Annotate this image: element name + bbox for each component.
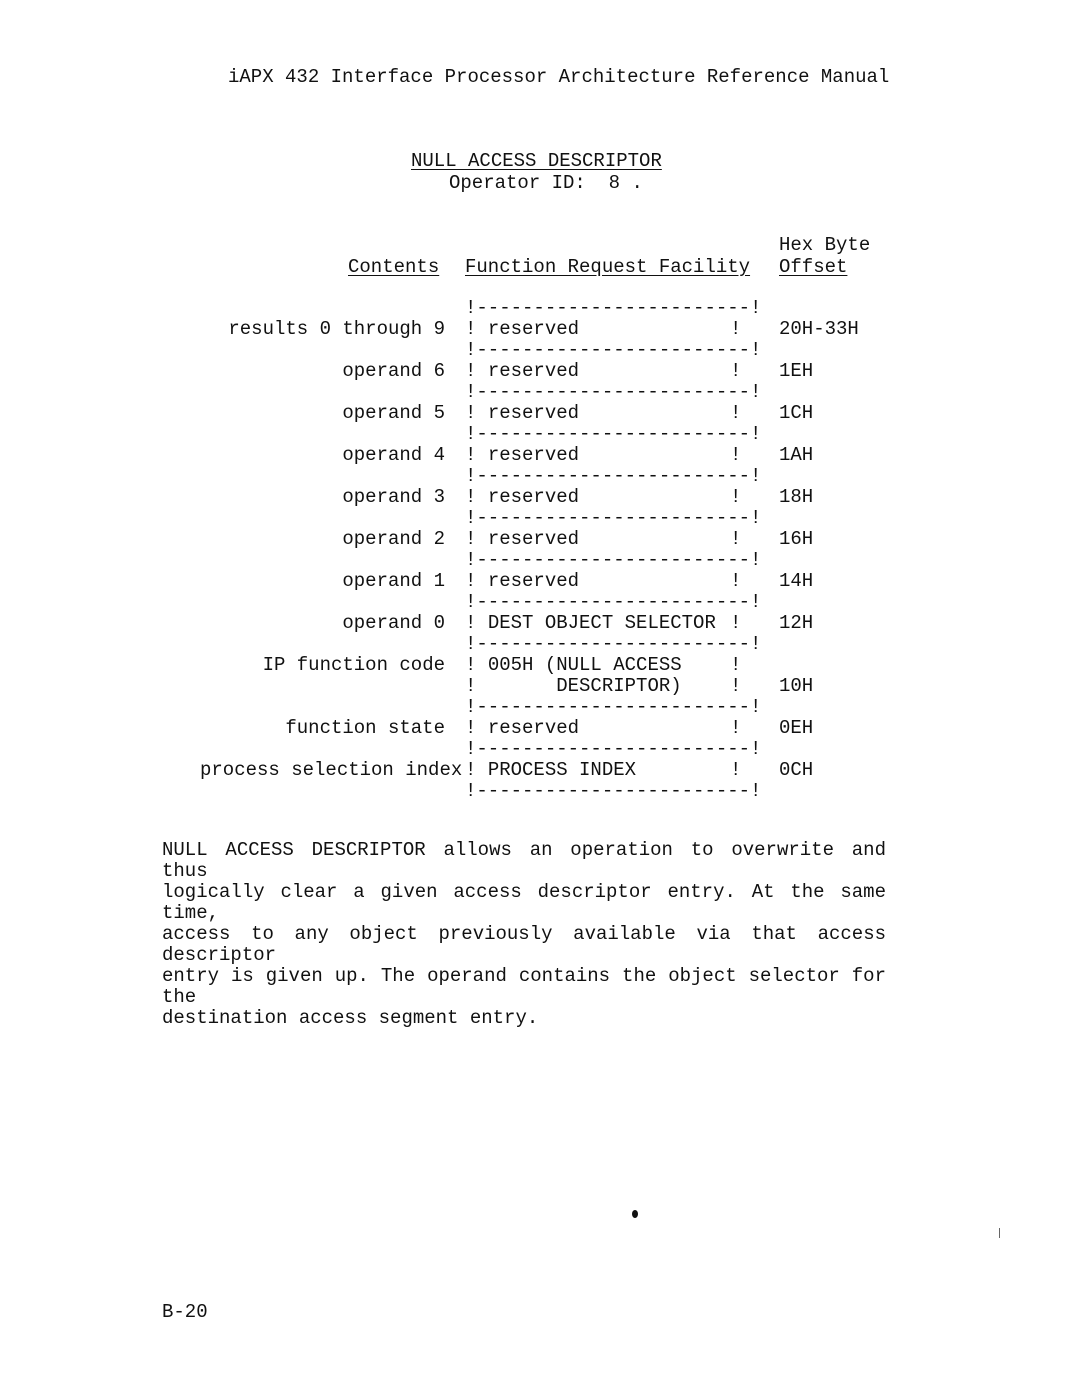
table-separator: !------------------------!: [465, 465, 762, 487]
row-field-text: reserved: [487, 717, 580, 739]
row-contents: operand 4: [342, 444, 445, 466]
table-separator: !------------------------!: [465, 738, 762, 760]
table-separator: !------------------------!: [465, 381, 762, 403]
row-field: ! reserved: [465, 402, 580, 424]
row-contents: process selection index: [200, 759, 463, 781]
row-contents: function state: [285, 717, 445, 739]
row-field-text: reserved: [487, 318, 580, 340]
row-field: ! 005H (NULL ACCESS: [465, 654, 682, 676]
row-offset: 14H: [779, 570, 814, 592]
table-separator: !------------------------!: [465, 423, 762, 445]
row-field-text: reserved: [487, 570, 580, 592]
row-offset: 20H-33H: [779, 318, 859, 340]
row-field-text: reserved: [487, 444, 580, 466]
row-offset: 10H: [779, 675, 814, 697]
header-offset-line2: Offset: [779, 256, 848, 278]
row-offset: 0EH: [779, 717, 814, 739]
row-border: !: [730, 612, 742, 634]
row-contents: results 0 through 9: [228, 318, 445, 340]
row-border: !: [730, 444, 742, 466]
table-separator: !------------------------!: [465, 696, 762, 718]
description-line: access to any object previously availabl…: [162, 923, 886, 966]
manual-header-title: iAPX 432 Interface Processor Architectur…: [228, 66, 890, 88]
row-border: !: [730, 528, 742, 550]
row-contents: operand 2: [342, 528, 445, 550]
row-field-text: reserved: [487, 360, 580, 382]
row-field-text: reserved: [487, 528, 580, 550]
row-field: ! reserved: [465, 528, 580, 550]
description-line: destination access segment entry.: [162, 1007, 539, 1029]
row-contents: IP function code: [262, 654, 445, 676]
row-contents: operand 6: [342, 360, 445, 382]
row-field-text: reserved: [487, 402, 580, 424]
row-offset: 0CH: [779, 759, 814, 781]
row-field-text: DEST OBJECT SELECTOR: [487, 612, 716, 634]
row-contents: operand 0: [342, 612, 445, 634]
row-border: !: [730, 759, 742, 781]
operator-id-label: Operator ID:: [449, 172, 586, 194]
row-field: ! PROCESS INDEX: [465, 759, 637, 781]
description-line: NULL ACCESS DESCRIPTOR allows an operati…: [162, 839, 886, 882]
row-contents: operand 5: [342, 402, 445, 424]
row-offset: 1CH: [779, 402, 814, 424]
row-field-text: 005H (NULL ACCESS: [487, 654, 682, 676]
description-paragraph: NULL ACCESS DESCRIPTOR allows an operati…: [162, 840, 886, 1029]
row-offset: 1AH: [779, 444, 814, 466]
row-contents: operand 3: [342, 486, 445, 508]
scan-speck: [632, 1210, 638, 1218]
row-border: !: [730, 360, 742, 382]
operator-id: Operator ID: 8 .: [449, 172, 643, 194]
scan-mark: [999, 1228, 1000, 1238]
table-separator: !------------------------!: [465, 591, 762, 613]
row-offset: 16H: [779, 528, 814, 550]
row-field-text: PROCESS INDEX: [487, 759, 637, 781]
table-separator: !------------------------!: [465, 297, 762, 319]
operator-id-value: 8 .: [608, 172, 643, 194]
table-separator: !------------------------!: [465, 507, 762, 529]
row-field: ! reserved: [465, 486, 580, 508]
row-field: ! reserved: [465, 318, 580, 340]
row-field-text: DESCRIPTOR): [487, 675, 682, 697]
description-line: logically clear a given access descripto…: [162, 881, 886, 924]
row-contents: operand 1: [342, 570, 445, 592]
row-field: ! reserved: [465, 570, 580, 592]
row-border: !: [730, 318, 742, 340]
row-border: !: [730, 486, 742, 508]
row-field-line2: ! DESCRIPTOR): [465, 675, 682, 697]
row-border: !: [730, 654, 742, 676]
row-offset: 12H: [779, 612, 814, 634]
table-separator: !------------------------!: [465, 549, 762, 571]
header-facility: Function Request Facility: [465, 256, 751, 278]
row-offset: 1EH: [779, 360, 814, 382]
table-separator: !------------------------!: [465, 780, 762, 802]
header-offset-line1: Hex Byte: [779, 234, 871, 256]
row-offset: 18H: [779, 486, 814, 508]
row-field: ! reserved: [465, 360, 580, 382]
section-title: NULL ACCESS DESCRIPTOR: [411, 150, 662, 172]
row-border: !: [730, 717, 742, 739]
row-border: !: [730, 570, 742, 592]
table-separator: !------------------------!: [465, 339, 762, 361]
header-contents: Contents: [348, 256, 440, 278]
row-field-text: reserved: [487, 486, 580, 508]
description-line: entry is given up. The operand contains …: [162, 965, 886, 1008]
row-field: ! DEST OBJECT SELECTOR: [465, 612, 716, 634]
table-separator: !------------------------!: [465, 633, 762, 655]
page-number: B-20: [162, 1301, 208, 1323]
row-border: !: [730, 402, 742, 424]
row-field: ! reserved: [465, 444, 580, 466]
row-field: ! reserved: [465, 717, 580, 739]
row-border: !: [730, 675, 742, 697]
